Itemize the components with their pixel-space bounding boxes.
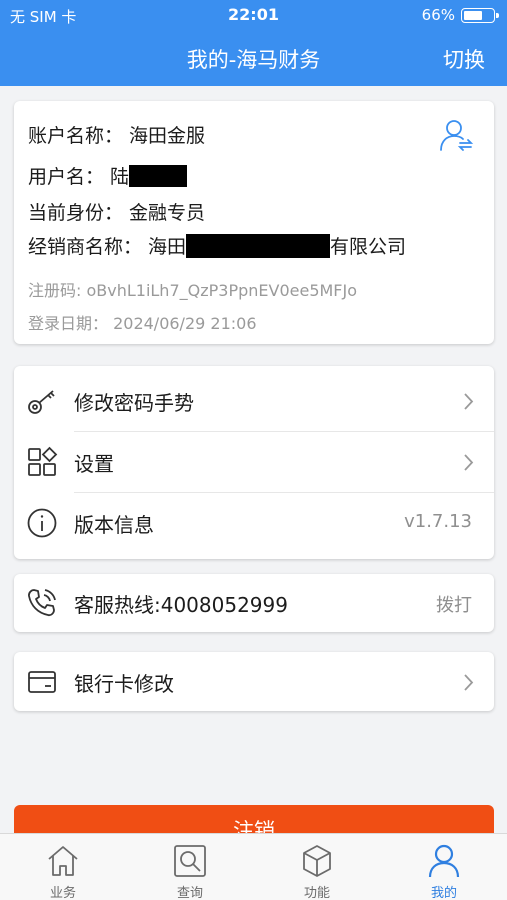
call-button[interactable]: 拨打 [436, 591, 472, 617]
username: 用户名： 陆 [28, 162, 188, 189]
dealer-name-prefix: 经销商名称： 海田 [28, 236, 187, 258]
chevron-right-icon [464, 393, 474, 410]
tab-label: 查询 [176, 886, 203, 900]
account-name: 账户名称： 海田金服 [28, 125, 206, 147]
account-info-card: 账户名称： 海田金服 用户名： 陆 当前身份： 金融专员 经销商名称： 海田 有限… [14, 101, 494, 344]
person-icon [428, 844, 460, 878]
grid-icon [28, 446, 58, 476]
phone-icon [28, 589, 56, 617]
hotline-label: 客服热线:4008052999 [74, 593, 288, 617]
version-info-row[interactable]: 版本信息 v1.7.13 [14, 493, 494, 553]
menu-card: 修改密码手势 设置 版本信息 v1.7.13 [14, 366, 494, 559]
chevron-right-icon [464, 674, 474, 691]
tab-label: 业务 [49, 886, 76, 900]
switch-button[interactable]: 切换 [443, 44, 485, 74]
bank-card-row[interactable]: 银行卡修改 [14, 652, 494, 712]
page-title: 我的-海马财务 [186, 48, 321, 72]
home-icon [48, 846, 78, 876]
version-info-label: 版本信息 [74, 513, 154, 537]
redaction-block [129, 164, 188, 187]
tab-label: 功能 [303, 886, 330, 900]
battery-percent: 66% [421, 6, 455, 24]
tab-query[interactable]: 查询 [127, 834, 253, 900]
bank-card-section: 银行卡修改 [14, 652, 494, 711]
settings-label: 设置 [74, 452, 114, 476]
cube-icon [303, 845, 331, 877]
current-identity: 当前身份： 金融专员 [28, 202, 206, 224]
battery-icon [461, 8, 499, 23]
status-bar: 无 SIM 卡 22:01 66% [0, 0, 507, 30]
tab-functions[interactable]: 功能 [254, 834, 380, 900]
registration-code: 注册码: oBvhL1iLh7_QzP3PpnEV0ee5MFJo [28, 281, 358, 300]
info-icon [27, 508, 57, 538]
redaction-block [186, 233, 331, 258]
bank-card-label: 银行卡修改 [74, 672, 174, 696]
tab-bar: 业务 查询 功能 我的 [0, 833, 507, 900]
hotline-row: 客服热线:4008052999 拨打 [14, 573, 494, 633]
key-icon [28, 390, 55, 414]
hotline-card: 客服热线:4008052999 拨打 [14, 574, 494, 632]
change-password-row[interactable]: 修改密码手势 [14, 371, 494, 431]
dealer-name: 经销商名称： 海田 有限公司 [28, 232, 406, 259]
bank-card-icon [28, 671, 56, 693]
nav-bar: 我的-海马财务 切换 [0, 30, 507, 86]
settings-row[interactable]: 设置 [14, 432, 494, 492]
chevron-right-icon [464, 454, 474, 471]
login-date: 登录日期： 2024/06/29 21:06 [28, 314, 257, 333]
search-icon [174, 845, 206, 877]
change-password-label: 修改密码手势 [74, 391, 194, 415]
tab-mine[interactable]: 我的 [381, 834, 507, 900]
version-number: v1.7.13 [404, 511, 472, 532]
tab-label: 我的 [430, 886, 457, 900]
user-switch-icon[interactable] [438, 117, 474, 153]
dealer-name-suffix: 有限公司 [330, 236, 407, 258]
tab-business[interactable]: 业务 [0, 834, 126, 900]
username-text: 用户名： 陆 [28, 166, 130, 188]
